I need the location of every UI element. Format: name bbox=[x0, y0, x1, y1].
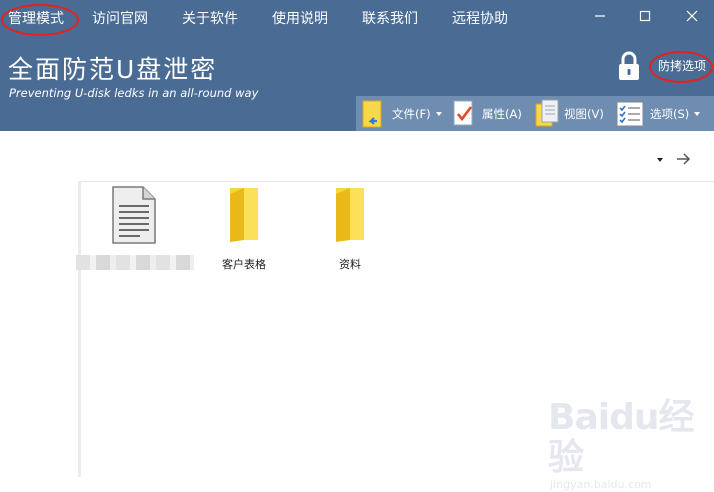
toolbar: 文件(F) 属性(A) 视图(V) 选项(S) bbox=[356, 96, 714, 131]
protect-options-button[interactable]: 防拷选项 bbox=[658, 58, 706, 74]
menu-admin-mode[interactable]: 管理模式 bbox=[8, 9, 64, 29]
close-icon bbox=[686, 10, 698, 22]
maximize-icon bbox=[639, 10, 651, 22]
lock-icon[interactable] bbox=[617, 50, 641, 82]
navigation-pane[interactable] bbox=[0, 181, 78, 477]
view-icon bbox=[535, 99, 559, 126]
file-item-materials[interactable]: 资料 bbox=[304, 186, 396, 272]
pane-divider[interactable] bbox=[78, 181, 81, 477]
folder-icon bbox=[336, 188, 364, 242]
close-button[interactable] bbox=[672, 2, 712, 30]
address-bar[interactable] bbox=[0, 131, 714, 182]
toolbar-view-button[interactable]: 视图(V) bbox=[534, 96, 604, 131]
toolbar-properties-label: 属性(A) bbox=[482, 106, 522, 121]
file-name: 资料 bbox=[339, 258, 361, 271]
chevron-down-icon bbox=[694, 111, 701, 116]
go-arrow-icon[interactable] bbox=[675, 151, 691, 167]
menu-official-site[interactable]: 访问官网 bbox=[92, 9, 148, 29]
watermark: Baidu经验 jingyan.baidu.com bbox=[548, 398, 714, 492]
chevron-down-icon bbox=[435, 111, 442, 116]
toolbar-properties-button[interactable]: 属性(A) bbox=[452, 96, 522, 131]
brand-subtitle: Preventing U-disk ledks in an all-round … bbox=[9, 86, 259, 100]
properties-icon bbox=[453, 100, 473, 125]
menu-remote-help[interactable]: 远程协助 bbox=[452, 9, 508, 29]
minimize-button[interactable] bbox=[580, 2, 620, 30]
file-item-customer-sheet[interactable]: 客户表格 bbox=[198, 186, 290, 272]
menu-contact[interactable]: 联系我们 bbox=[362, 9, 418, 29]
toolbar-file-label: 文件(F) bbox=[392, 106, 431, 121]
toolbar-options-label: 选项(S) bbox=[650, 106, 690, 121]
menu-bar: 管理模式 访问官网 关于软件 使用说明 联系我们 远程协助 bbox=[0, 0, 560, 38]
file-name: 客户表格 bbox=[222, 258, 266, 271]
watermark-main: Baidu经验 bbox=[548, 397, 694, 478]
menu-about[interactable]: 关于软件 bbox=[182, 9, 238, 29]
toolbar-file-button[interactable]: 文件(F) bbox=[360, 96, 442, 131]
address-dropdown-icon[interactable] bbox=[657, 158, 663, 162]
brand-title: 全面防范U盘泄密 bbox=[8, 55, 218, 84]
menu-usage[interactable]: 使用说明 bbox=[272, 9, 328, 29]
options-icon bbox=[616, 101, 644, 126]
app-header: 管理模式 访问官网 关于软件 使用说明 联系我们 远程协助 全面防范U盘泄密 P… bbox=[0, 0, 714, 131]
minimize-icon bbox=[595, 15, 605, 17]
file-icon bbox=[362, 100, 382, 127]
blurred-file-name bbox=[76, 255, 194, 270]
watermark-sub: jingyan.baidu.com bbox=[550, 478, 652, 491]
maximize-button[interactable] bbox=[625, 2, 665, 30]
file-item-document[interactable] bbox=[88, 186, 180, 256]
document-icon bbox=[112, 186, 156, 244]
toolbar-view-label: 视图(V) bbox=[564, 106, 604, 121]
toolbar-options-button[interactable]: 选项(S) bbox=[616, 96, 701, 131]
folder-icon bbox=[230, 188, 258, 242]
